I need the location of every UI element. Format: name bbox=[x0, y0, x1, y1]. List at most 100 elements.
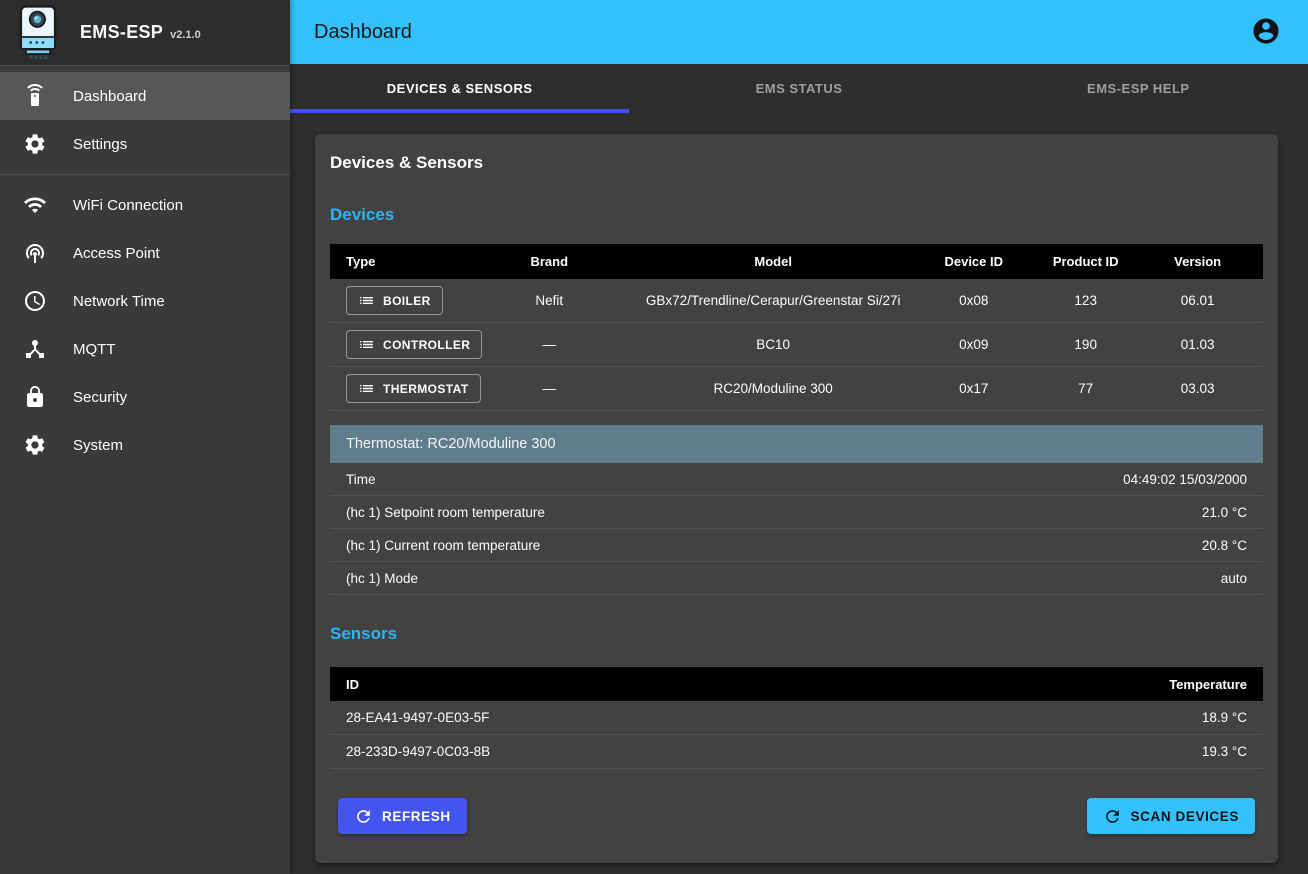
scan-devices-button[interactable]: SCAN DEVICES bbox=[1087, 798, 1255, 834]
tab-indicator bbox=[290, 109, 629, 113]
tab-ems-status[interactable]: EMS STATUS bbox=[629, 64, 968, 113]
sensors-heading: Sensors bbox=[330, 623, 1263, 645]
device-product-id: 123 bbox=[1030, 293, 1142, 308]
sensor-id: 28-EA41-9497-0E03-5F bbox=[346, 710, 489, 725]
app-title: EMS-ESP v2.1.0 bbox=[80, 22, 201, 43]
device-row-boiler: BOILER Nefit GBx72/Trendline/Cerapur/Gre… bbox=[330, 279, 1263, 323]
value-label: (hc 1) Current room temperature bbox=[346, 538, 540, 553]
sidebar-item-mqtt[interactable]: MQTT bbox=[0, 325, 290, 373]
column-header-brand: Brand bbox=[470, 254, 629, 269]
device-version: 06.01 bbox=[1142, 293, 1254, 308]
value-label: (hc 1) Setpoint room temperature bbox=[346, 505, 545, 520]
account-circle-icon[interactable] bbox=[1250, 16, 1282, 48]
devices-sensors-card: Devices & Sensors Devices Type Brand Mod… bbox=[315, 134, 1278, 863]
sidebar-item-wifi-connection[interactable]: WiFi Connection bbox=[0, 181, 290, 229]
column-header-product-id: Product ID bbox=[1030, 254, 1142, 269]
device-row-controller: CONTROLLER — BC10 0x09 190 01.03 bbox=[330, 323, 1263, 367]
column-header-type: Type bbox=[330, 254, 470, 269]
thermostat-row-time: Time 04:49:02 15/03/2000 bbox=[330, 463, 1263, 496]
thermostat-values-table: Time 04:49:02 15/03/2000 (hc 1) Setpoint… bbox=[330, 463, 1263, 595]
devices-table: Type Brand Model Device ID Product ID Ve… bbox=[330, 244, 1263, 411]
device-product-id: 77 bbox=[1030, 381, 1142, 396]
thermostat-row-current-temp: (hc 1) Current room temperature 20.8 °C bbox=[330, 529, 1263, 562]
value-label: Time bbox=[346, 472, 376, 487]
sidebar-item-network-time[interactable]: Network Time bbox=[0, 277, 290, 325]
sidebar: EMS-ESP v2.1.0 Dashboard Settings WiFi C… bbox=[0, 0, 290, 874]
value-text: 21.0 °C bbox=[1202, 505, 1247, 520]
gear-icon bbox=[23, 132, 47, 156]
thermostat-device-button[interactable]: THERMOSTAT bbox=[346, 374, 481, 403]
controller-device-button[interactable]: CONTROLLER bbox=[346, 330, 482, 359]
column-header-id: ID bbox=[346, 677, 359, 692]
sensor-temperature: 19.3 °C bbox=[1202, 744, 1247, 759]
page-title: Dashboard bbox=[314, 21, 1250, 44]
content: Devices & Sensors Devices Type Brand Mod… bbox=[290, 113, 1308, 874]
boiler-device-button[interactable]: BOILER bbox=[346, 286, 443, 315]
column-header-model: Model bbox=[629, 254, 918, 269]
tab-devices-sensors[interactable]: DEVICES & SENSORS bbox=[290, 64, 629, 113]
device-model: BC10 bbox=[629, 337, 918, 352]
device-product-id: 190 bbox=[1030, 337, 1142, 352]
devices-table-header: Type Brand Model Device ID Product ID Ve… bbox=[330, 244, 1263, 279]
device-brand: — bbox=[470, 381, 629, 396]
value-text: 04:49:02 15/03/2000 bbox=[1123, 472, 1247, 487]
gear-icon bbox=[23, 433, 47, 457]
device-version: 01.03 bbox=[1142, 337, 1254, 352]
sensor-row: 28-233D-9497-0C03-8B 19.3 °C bbox=[330, 735, 1263, 769]
access-point-icon bbox=[23, 241, 47, 265]
boiler-logo-icon bbox=[16, 8, 60, 58]
sidebar-item-dashboard[interactable]: Dashboard bbox=[0, 72, 290, 120]
value-text: auto bbox=[1221, 571, 1247, 586]
column-header-temperature: Temperature bbox=[1169, 677, 1247, 692]
sidebar-item-security[interactable]: Security bbox=[0, 373, 290, 421]
device-model: GBx72/Trendline/Cerapur/Greenstar Si/27i bbox=[629, 293, 918, 308]
thermostat-row-mode: (hc 1) Mode auto bbox=[330, 562, 1263, 595]
sidebar-item-label: Settings bbox=[73, 136, 127, 153]
main-area: Dashboard DEVICES & SENSORS EMS STATUS E… bbox=[290, 0, 1308, 874]
sidebar-item-label: System bbox=[73, 437, 123, 454]
sidebar-item-settings[interactable]: Settings bbox=[0, 120, 290, 168]
lock-icon bbox=[23, 385, 47, 409]
column-header-version: Version bbox=[1142, 254, 1254, 269]
sidebar-nav: Dashboard Settings WiFi Connection Acces… bbox=[0, 66, 290, 469]
sidebar-header: EMS-ESP v2.1.0 bbox=[0, 0, 290, 66]
list-icon bbox=[358, 380, 375, 397]
sensor-row: 28-EA41-9497-0E03-5F 18.9 °C bbox=[330, 701, 1263, 735]
sidebar-item-access-point[interactable]: Access Point bbox=[0, 229, 290, 277]
refresh-button[interactable]: REFRESH bbox=[338, 798, 467, 834]
tabbar: DEVICES & SENSORS EMS STATUS EMS-ESP HEL… bbox=[290, 64, 1308, 113]
thermostat-row-setpoint: (hc 1) Setpoint room temperature 21.0 °C bbox=[330, 496, 1263, 529]
sidebar-item-label: MQTT bbox=[73, 341, 116, 358]
tab-ems-esp-help[interactable]: EMS-ESP HELP bbox=[969, 64, 1308, 113]
actions-row: REFRESH SCAN DEVICES bbox=[330, 798, 1263, 834]
device-version: 03.03 bbox=[1142, 381, 1254, 396]
app-version: v2.1.0 bbox=[170, 29, 201, 41]
sensors-table-header: ID Temperature bbox=[330, 667, 1263, 701]
sidebar-item-label: WiFi Connection bbox=[73, 197, 183, 214]
device-brand: Nefit bbox=[470, 293, 629, 308]
app-name: EMS-ESP bbox=[80, 22, 163, 43]
device-id: 0x09 bbox=[918, 337, 1030, 352]
devices-heading: Devices bbox=[330, 204, 1263, 226]
list-icon bbox=[358, 292, 375, 309]
clock-icon bbox=[23, 289, 47, 313]
sidebar-item-label: Security bbox=[73, 389, 127, 406]
appbar: Dashboard bbox=[290, 0, 1308, 64]
wifi-icon bbox=[23, 193, 47, 217]
sensors-table: ID Temperature 28-EA41-9497-0E03-5F 18.9… bbox=[330, 667, 1263, 769]
sensor-id: 28-233D-9497-0C03-8B bbox=[346, 744, 490, 759]
sidebar-item-label: Access Point bbox=[73, 245, 160, 262]
sidebar-item-system[interactable]: System bbox=[0, 421, 290, 469]
value-label: (hc 1) Mode bbox=[346, 571, 418, 586]
list-icon bbox=[358, 336, 375, 353]
device-row-thermostat: THERMOSTAT — RC20/Moduline 300 0x17 77 0… bbox=[330, 367, 1263, 411]
sidebar-divider bbox=[0, 174, 290, 175]
sidebar-item-label: Network Time bbox=[73, 293, 165, 310]
device-id: 0x08 bbox=[918, 293, 1030, 308]
sidebar-item-label: Dashboard bbox=[73, 88, 146, 105]
refresh-icon bbox=[1103, 807, 1122, 826]
hub-icon bbox=[23, 337, 47, 361]
device-id: 0x17 bbox=[918, 381, 1030, 396]
thermostat-section-header: Thermostat: RC20/Moduline 300 bbox=[330, 425, 1263, 463]
panel-title: Devices & Sensors bbox=[330, 152, 1263, 174]
